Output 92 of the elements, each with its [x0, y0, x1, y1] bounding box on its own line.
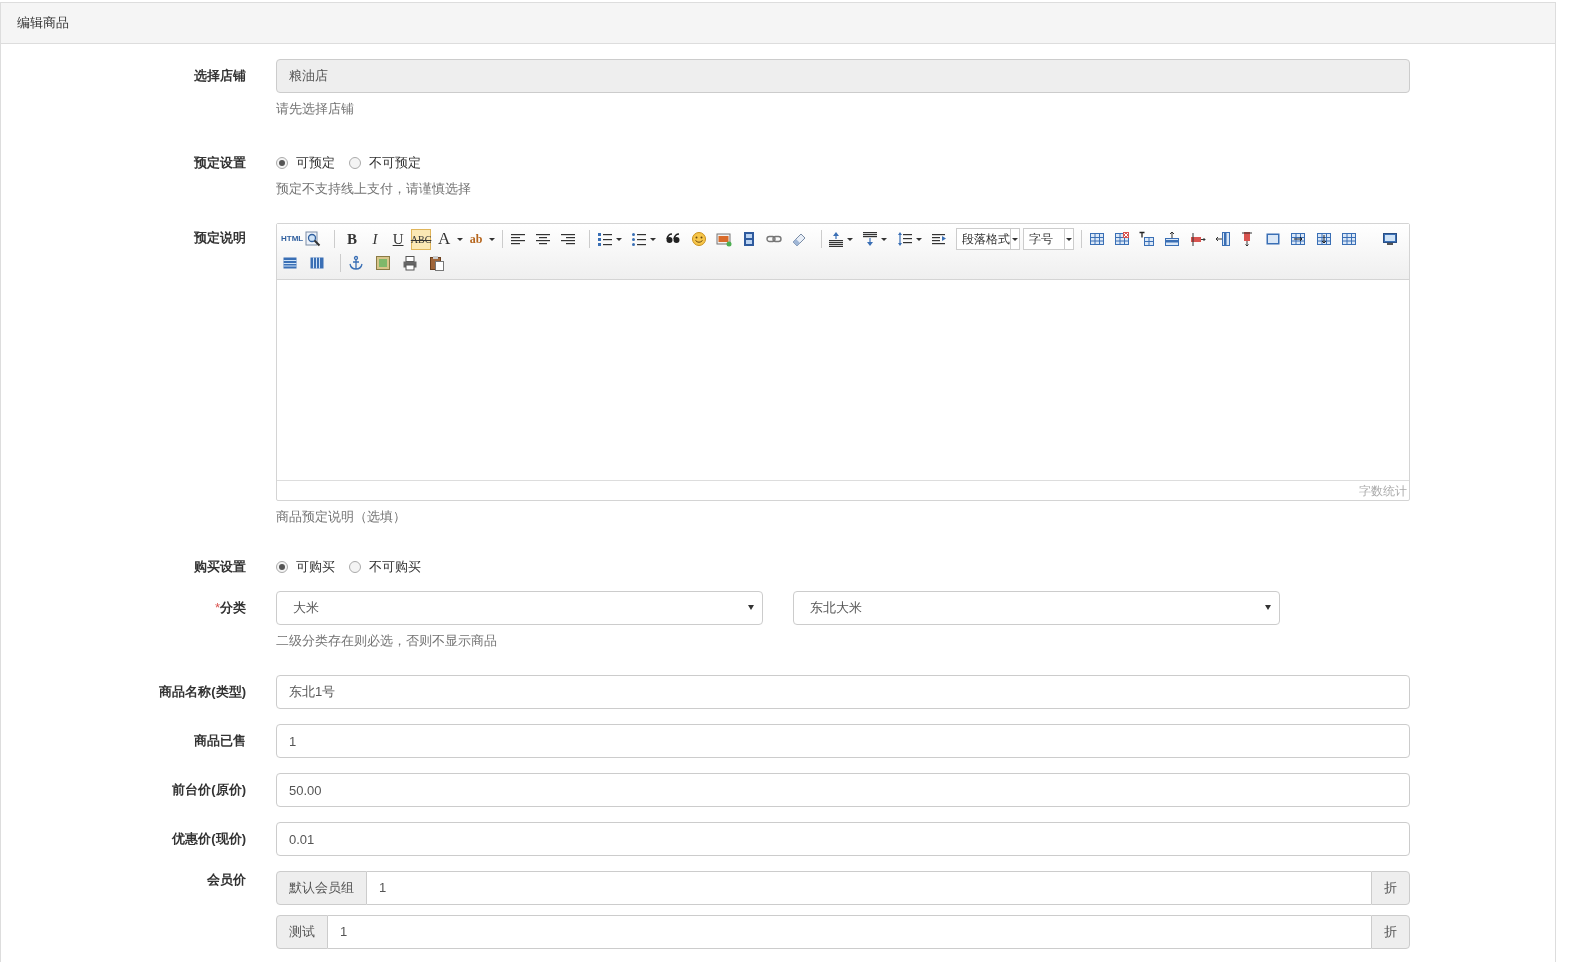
help-text: 请先选择店铺	[276, 100, 355, 118]
insert-column-icon[interactable]	[1214, 231, 1231, 247]
underline-button[interactable]: U	[388, 228, 409, 250]
field-label: 商品名称(类型)	[159, 684, 246, 699]
dropdown-select[interactable]: 段落格式	[956, 228, 1021, 250]
text-input[interactable]: 50.00	[276, 773, 1410, 807]
radio-button[interactable]	[276, 560, 288, 573]
group-name: 默认会员组	[276, 871, 367, 905]
align-right-icon[interactable]	[560, 231, 577, 247]
eraser-icon[interactable]	[791, 231, 808, 247]
delete-row-icon[interactable]	[1189, 231, 1206, 247]
spacing-bottom-icon[interactable]	[862, 231, 879, 247]
align-center-icon[interactable]	[534, 231, 551, 247]
help-text: 二级分类存在则必选，否则不显示商品	[276, 631, 498, 650]
field-label: 优惠价(现价)	[172, 831, 246, 846]
field-label: 分类	[220, 599, 246, 615]
category-select[interactable]: 大米	[276, 590, 763, 625]
highlight-button[interactable]: ab	[466, 228, 487, 250]
table-icon[interactable]	[1088, 231, 1105, 247]
radio-button[interactable]	[349, 560, 361, 573]
select-value: 粮油店	[289, 67, 328, 86]
delete-table-icon[interactable]	[1114, 231, 1131, 247]
html-button[interactable]: HTML	[282, 228, 303, 250]
field-label: 购买设置	[194, 558, 246, 574]
insert-row-icon[interactable]	[1164, 231, 1181, 247]
field-label: 选择店铺	[194, 68, 246, 83]
radio-label: 可预定	[296, 153, 335, 172]
required-mark: *	[214, 599, 220, 615]
align-left-icon[interactable]	[509, 231, 526, 247]
caret-icon	[748, 605, 754, 610]
caret-icon	[1012, 237, 1019, 241]
field-label: 预定设置	[194, 154, 246, 170]
table-columns-icon[interactable]	[309, 255, 325, 271]
caret-icon[interactable]	[915, 237, 922, 241]
field-label: 商品已售	[194, 733, 246, 748]
table-heading-icon[interactable]	[1139, 231, 1156, 247]
field-label: 会员价	[207, 872, 246, 887]
line-height-icon[interactable]	[896, 231, 913, 247]
help-text: 预定不支持线上支付，请谨慎选择	[276, 179, 472, 198]
price-input[interactable]: 1	[328, 915, 1371, 949]
picture-icon[interactable]	[715, 231, 732, 247]
table-rows-icon[interactable]	[282, 255, 298, 271]
monitor-icon[interactable]	[1381, 231, 1398, 247]
dropdown-value: 段落格式	[962, 231, 1011, 248]
bold-button[interactable]: B	[342, 228, 363, 250]
caret-icon[interactable]	[650, 237, 657, 241]
field-label: 预定说明	[194, 230, 246, 245]
font-color-button[interactable]: A	[434, 228, 455, 250]
caret-icon[interactable]	[847, 237, 854, 241]
word-count: 字数统计	[1359, 482, 1407, 500]
strikethrough-button[interactable]: ABC	[411, 228, 432, 250]
unit-label: 折	[1371, 871, 1410, 905]
help-text: 商品预定说明（选填）	[276, 508, 407, 526]
smiley-icon[interactable]	[690, 231, 707, 247]
category-select[interactable]: 东北大米	[793, 590, 1280, 625]
numbered-list-icon[interactable]	[596, 231, 613, 247]
merge-cells-icon[interactable]	[1265, 231, 1282, 247]
caret-icon[interactable]	[881, 237, 888, 241]
radio-label: 不可购买	[369, 557, 421, 576]
panel-title: 编辑商品	[17, 14, 69, 33]
text-input[interactable]: 东北1号	[276, 675, 1410, 709]
printer-icon[interactable]	[402, 255, 418, 271]
caret-icon	[1265, 605, 1271, 610]
merge-right-icon[interactable]	[1290, 231, 1307, 247]
dropdown-value: 字号	[1029, 231, 1054, 248]
group-name: 测试	[276, 915, 328, 949]
radio-button[interactable]	[276, 156, 288, 169]
radio-button[interactable]	[349, 156, 361, 169]
magnifier-icon[interactable]	[305, 231, 322, 247]
spacing-top-icon[interactable]	[828, 231, 845, 247]
text-input[interactable]: 1	[276, 724, 1410, 758]
clipboard-icon[interactable]	[429, 255, 445, 271]
select-value: 大米	[293, 598, 319, 617]
radio-label: 不可预定	[369, 153, 421, 172]
caret-icon[interactable]	[489, 237, 496, 241]
unit-label: 折	[1371, 915, 1410, 949]
bullet-list-icon[interactable]	[631, 231, 648, 247]
caret-icon[interactable]	[615, 237, 622, 241]
framed-picture-icon[interactable]	[375, 255, 391, 271]
anchor-icon[interactable]	[348, 255, 364, 271]
price-input[interactable]: 1	[367, 871, 1371, 905]
dropdown-select[interactable]: 字号	[1023, 228, 1075, 250]
field-label: 前台价(原价)	[172, 782, 246, 797]
radio-label: 可购买	[296, 557, 335, 576]
select-value: 东北大米	[810, 598, 862, 617]
caret-icon	[1066, 237, 1073, 241]
text-input[interactable]: 0.01	[276, 822, 1410, 856]
indent-icon[interactable]	[930, 231, 947, 247]
italic-button[interactable]: I	[365, 228, 386, 250]
merge-down-icon[interactable]	[1315, 231, 1332, 247]
caret-icon[interactable]	[457, 237, 464, 241]
split-cells-icon[interactable]	[1340, 231, 1357, 247]
